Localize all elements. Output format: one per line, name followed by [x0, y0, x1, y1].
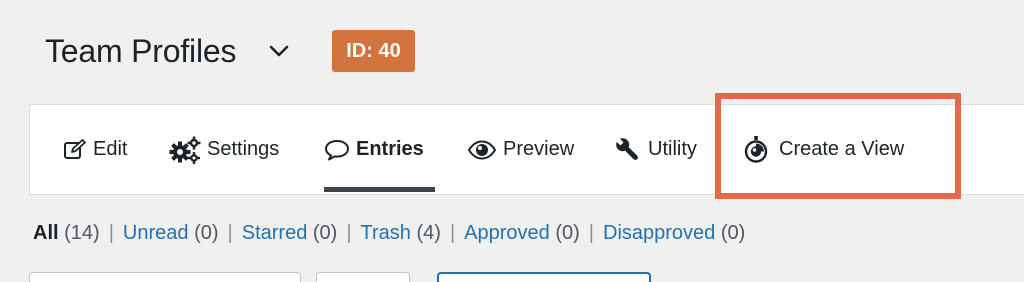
form-title-row: Team Profiles ID: 40: [45, 24, 415, 78]
filter-approved[interactable]: Approved (0): [464, 222, 580, 244]
speech-bubble-icon: [324, 138, 350, 162]
filter-unread[interactable]: Unread (0): [123, 222, 219, 244]
tab-label: Entries: [356, 138, 424, 160]
tab-settings[interactable]: Settings: [169, 105, 279, 194]
form-toolbar: Edit Settings Entries Preview Utility Cr…: [29, 104, 1024, 195]
search-input[interactable]: [29, 272, 301, 282]
tab-label: Edit: [93, 138, 128, 160]
wrench-icon: [614, 136, 642, 164]
filter-separator: |: [588, 222, 594, 244]
form-id-badge: ID: 40: [332, 30, 415, 72]
filter-separator: |: [449, 222, 456, 244]
tab-edit[interactable]: Edit: [63, 105, 127, 194]
page-title: Team Profiles: [45, 32, 237, 69]
tab-label: Create a View: [779, 138, 905, 160]
filter-separator: |: [346, 222, 352, 244]
form-switcher-chevron-down-icon[interactable]: [266, 38, 292, 64]
gravityview-icon: [743, 135, 769, 164]
search-button[interactable]: [437, 272, 651, 282]
filter-disapproved[interactable]: Disapproved (0): [603, 222, 745, 244]
tab-label: Utility: [648, 138, 697, 160]
gears-icon: [169, 136, 201, 164]
entry-status-filters: All (14) | Unread (0) | Starred (0) | Trash (4…: [33, 222, 745, 245]
filter-separator: |: [108, 222, 114, 244]
filter-select[interactable]: [316, 272, 410, 282]
tab-create-a-view[interactable]: Create a View: [743, 105, 904, 194]
tab-entries[interactable]: Entries: [324, 105, 424, 194]
edit-icon: [63, 138, 87, 161]
tab-label: Settings: [207, 138, 280, 160]
eye-icon: [467, 139, 497, 160]
tab-utility[interactable]: Utility: [614, 105, 697, 194]
filter-separator: |: [227, 222, 233, 244]
active-tab-indicator: [324, 187, 435, 192]
filter-all[interactable]: All (14): [33, 222, 100, 244]
filter-trash[interactable]: Trash (4): [361, 222, 441, 244]
filter-starred[interactable]: Starred (0): [242, 222, 338, 244]
tab-label: Preview: [503, 138, 575, 160]
tab-preview[interactable]: Preview: [467, 105, 574, 194]
